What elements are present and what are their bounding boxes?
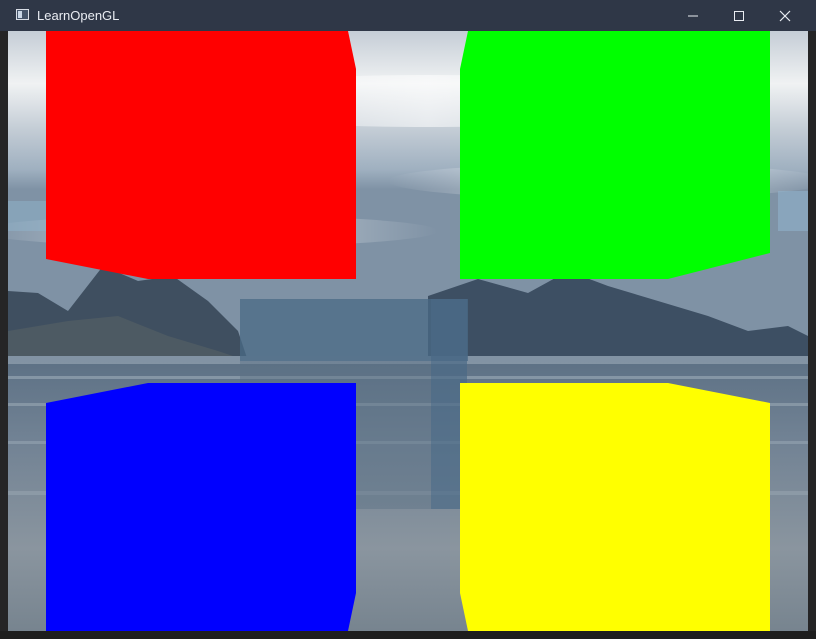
maximize-button[interactable] (716, 0, 762, 31)
window-title: LearnOpenGL (37, 8, 120, 23)
sky-patch (8, 201, 48, 231)
red-quad (46, 31, 356, 279)
editor-background-strip (0, 631, 816, 639)
opengl-viewport[interactable] (8, 31, 808, 631)
app-window-icon (16, 9, 29, 20)
close-button[interactable] (762, 0, 808, 31)
maximize-icon (734, 10, 744, 21)
app-window: LearnOpenGL (0, 0, 816, 639)
blue-quad (46, 383, 356, 631)
right-editor-edge (808, 31, 816, 631)
green-quad (460, 31, 770, 279)
minimize-icon (688, 15, 698, 16)
minimize-button[interactable] (670, 0, 716, 31)
sky-patch (778, 191, 808, 231)
scene-render (8, 31, 808, 631)
yellow-quad (460, 383, 770, 631)
left-editor-edge (0, 31, 8, 631)
close-icon (779, 10, 791, 21)
title-bar[interactable]: LearnOpenGL (0, 0, 816, 31)
